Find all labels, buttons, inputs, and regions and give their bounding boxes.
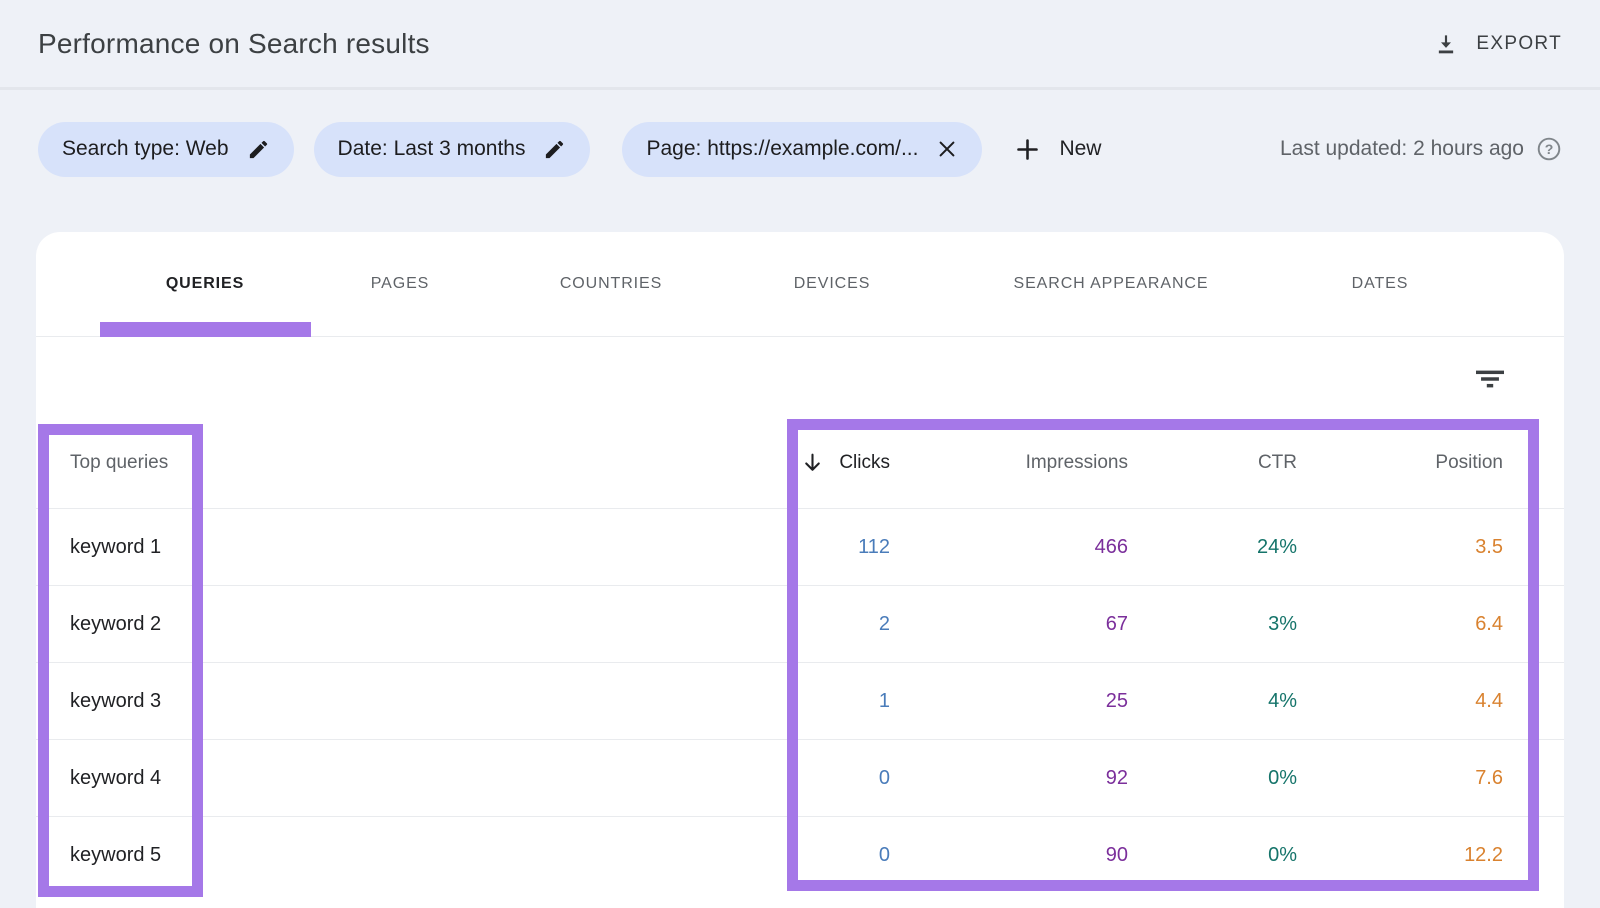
position-cell: 7.6	[1297, 767, 1503, 790]
page-filter-chip-label: Page: https://example.com/...	[646, 137, 918, 161]
impressions-cell: 25	[890, 690, 1128, 713]
clicks-cell: 1	[736, 690, 890, 713]
table-row[interactable]: keyword 5 0 90 0% 12.2	[36, 816, 1564, 893]
column-header-clicks[interactable]: Clicks	[736, 450, 890, 475]
edit-pencil-icon[interactable]	[543, 138, 566, 161]
column-header-top-queries[interactable]: Top queries	[70, 452, 736, 474]
position-cell: 4.4	[1297, 690, 1503, 713]
edit-pencil-icon[interactable]	[247, 138, 270, 161]
help-icon[interactable]: ?	[1536, 136, 1562, 162]
close-icon[interactable]	[936, 138, 958, 160]
tab-devices[interactable]: DEVICES	[732, 275, 932, 293]
sort-descending-icon	[800, 450, 825, 475]
tab-bar: QUERIES PAGES COUNTRIES DEVICES SEARCH A…	[36, 232, 1564, 337]
ctr-cell: 4%	[1128, 690, 1297, 713]
clicks-cell: 112	[736, 536, 890, 559]
search-type-chip[interactable]: Search type: Web	[38, 122, 294, 177]
table-row[interactable]: keyword 3 1 25 4% 4.4	[36, 662, 1564, 739]
impressions-cell: 67	[890, 613, 1128, 636]
column-header-position[interactable]: Position	[1297, 452, 1503, 474]
page-header: Performance on Search results EXPORT	[0, 0, 1600, 90]
date-range-chip[interactable]: Date: Last 3 months	[314, 122, 591, 177]
download-icon	[1433, 31, 1459, 57]
last-updated-text: Last updated: 2 hours ago	[1280, 137, 1524, 161]
new-filter-button[interactable]: New	[1014, 136, 1101, 163]
filter-list-icon[interactable]	[1474, 361, 1506, 393]
tab-dates[interactable]: DATES	[1290, 275, 1470, 293]
table-row[interactable]: keyword 2 2 67 3% 6.4	[36, 585, 1564, 662]
impressions-cell: 90	[890, 844, 1128, 867]
table-header-row: Top queries Clicks Impressions CTR Posit…	[36, 417, 1564, 508]
tab-countries[interactable]: COUNTRIES	[490, 275, 732, 293]
position-cell: 6.4	[1297, 613, 1503, 636]
column-header-clicks-label: Clicks	[839, 452, 890, 474]
query-cell[interactable]: keyword 3	[70, 690, 736, 713]
last-updated-status: Last updated: 2 hours ago ?	[1280, 136, 1562, 162]
tab-queries[interactable]: QUERIES	[100, 275, 310, 293]
ctr-cell: 3%	[1128, 613, 1297, 636]
position-cell: 12.2	[1297, 844, 1503, 867]
page-title: Performance on Search results	[38, 28, 430, 60]
clicks-cell: 0	[736, 844, 890, 867]
active-tab-indicator	[100, 322, 311, 337]
new-filter-label: New	[1059, 137, 1101, 161]
export-label: EXPORT	[1476, 33, 1562, 55]
table-row[interactable]: keyword 1 112 466 24% 3.5	[36, 508, 1564, 585]
export-button[interactable]: EXPORT	[1433, 31, 1562, 57]
page-filter-chip[interactable]: Page: https://example.com/...	[622, 122, 982, 177]
column-header-ctr[interactable]: CTR	[1128, 452, 1297, 474]
position-cell: 3.5	[1297, 536, 1503, 559]
tab-search-appearance[interactable]: SEARCH APPEARANCE	[932, 275, 1290, 293]
column-header-impressions[interactable]: Impressions	[890, 452, 1128, 474]
report-card: QUERIES PAGES COUNTRIES DEVICES SEARCH A…	[36, 232, 1564, 908]
table-row[interactable]: keyword 4 0 92 0% 7.6	[36, 739, 1564, 816]
date-range-chip-label: Date: Last 3 months	[338, 137, 526, 161]
clicks-cell: 0	[736, 767, 890, 790]
query-cell[interactable]: keyword 5	[70, 844, 736, 867]
query-cell[interactable]: keyword 4	[70, 767, 736, 790]
plus-icon	[1014, 136, 1041, 163]
query-cell[interactable]: keyword 2	[70, 613, 736, 636]
impressions-cell: 92	[890, 767, 1128, 790]
svg-text:?: ?	[1545, 141, 1554, 157]
clicks-cell: 2	[736, 613, 890, 636]
ctr-cell: 0%	[1128, 767, 1297, 790]
query-cell[interactable]: keyword 1	[70, 536, 736, 559]
tab-pages[interactable]: PAGES	[310, 275, 490, 293]
filter-bar: Search type: Web Date: Last 3 months Pag…	[0, 90, 1600, 208]
impressions-cell: 466	[890, 536, 1128, 559]
ctr-cell: 0%	[1128, 844, 1297, 867]
search-type-chip-label: Search type: Web	[62, 137, 229, 161]
table-toolbar	[36, 337, 1564, 417]
ctr-cell: 24%	[1128, 536, 1297, 559]
